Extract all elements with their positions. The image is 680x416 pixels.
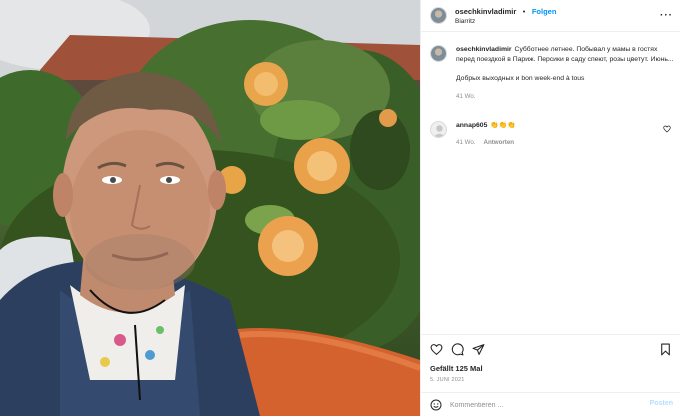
post-date[interactable]: 5. JUNI 2021 xyxy=(430,377,465,383)
smiley-icon[interactable] xyxy=(430,399,442,411)
commenter-avatar[interactable] xyxy=(430,121,447,138)
bookmark-icon[interactable] xyxy=(659,343,672,356)
paper-plane-icon[interactable] xyxy=(472,343,485,356)
author-avatar[interactable] xyxy=(430,7,447,24)
comment-text: annap605 👏👏👏 xyxy=(456,121,675,131)
photo-illustration xyxy=(0,0,420,416)
comment-meta: 41 Wo. Antworten xyxy=(456,139,675,146)
likes-count[interactable]: Gefällt 125 Mal xyxy=(430,364,483,373)
comment-time[interactable]: 41 Wo. xyxy=(456,139,476,146)
caption-line2: Добрых выходных и bon week-end à tous xyxy=(456,75,585,82)
comment-input[interactable] xyxy=(450,398,640,412)
post-comment-button[interactable]: Posten xyxy=(650,400,673,407)
reply-button[interactable]: Antworten xyxy=(484,139,515,146)
comment-icon[interactable] xyxy=(451,343,464,356)
post-header: osechkinvladimir • Folgen Biarritz ··· xyxy=(421,0,680,32)
comment-bar: Posten xyxy=(421,392,680,416)
comments-section: osechkinvladimir Субботнее летнее. Побыва… xyxy=(421,33,680,333)
action-bar: Gefällt 125 Mal 5. JUNI 2021 xyxy=(421,334,680,390)
heart-icon[interactable] xyxy=(430,343,443,356)
follow-button[interactable]: Folgen xyxy=(532,7,557,16)
location-link[interactable]: Biarritz xyxy=(455,17,556,27)
comment-like-heart-icon[interactable] xyxy=(663,125,671,133)
caption-username[interactable]: osechkinvladimir xyxy=(456,46,512,53)
post-photo[interactable] xyxy=(0,0,420,416)
post-sidebar: osechkinvladimir • Folgen Biarritz ··· o… xyxy=(420,0,680,416)
more-dots-icon[interactable]: ··· xyxy=(660,10,673,21)
caption-avatar[interactable] xyxy=(430,45,447,62)
default-avatar-icon xyxy=(433,125,446,137)
comment-body: 👏👏👏 xyxy=(490,122,516,129)
caption-text: osechkinvladimir Субботнее летнее. Побыва… xyxy=(456,45,675,65)
caption-meta: 41 Wo. xyxy=(456,93,675,100)
author-username[interactable]: osechkinvladimir xyxy=(455,7,516,16)
caption-time[interactable]: 41 Wo. xyxy=(456,93,476,100)
caption: osechkinvladimir Субботнее летнее. Побыва… xyxy=(430,45,675,100)
comment-username[interactable]: annap605 xyxy=(456,122,487,129)
instagram-post: osechkinvladimir • Folgen Biarritz ··· o… xyxy=(0,0,680,416)
comment-item: annap605 👏👏👏 41 Wo. Antworten xyxy=(430,121,675,146)
separator-dot: • xyxy=(522,6,526,16)
